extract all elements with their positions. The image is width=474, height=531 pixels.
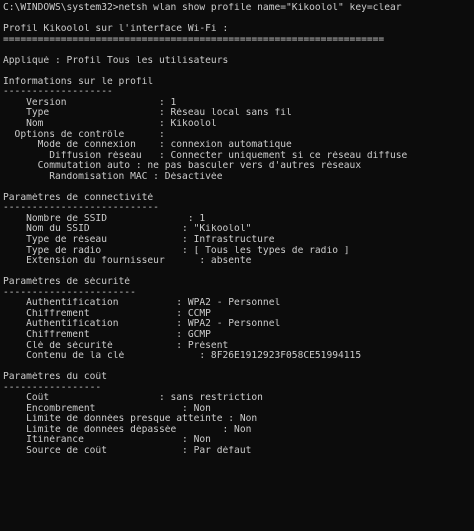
output-line: Limite de données dépassée : Non [3, 424, 252, 435]
output-line: Randomisation MAC : Désactivée [3, 171, 223, 182]
output-line: Authentification : WPA2 - Personnel [3, 319, 281, 330]
section-heading-cost: Paramètres du coût [3, 372, 107, 383]
applied-line: Appliqué : Profil Tous les utilisateurs [3, 55, 229, 66]
section-underline: --------------------------- [3, 203, 159, 214]
section-underline: ----------------------- [3, 287, 136, 298]
output-line: Type de radio : [ Tous les types de radi… [3, 245, 350, 256]
output-line: Coût : sans restriction [3, 393, 263, 404]
output-line: Source de coût : Par défaut [3, 445, 252, 456]
output-line: Nombre de SSID : 1 [3, 213, 206, 224]
output-line: Extension du fournisseur : absente [3, 256, 252, 267]
section-heading-security: Paramètres de sécurité [3, 277, 131, 288]
output-line: Diffusion réseau : Connecter uniquement … [3, 150, 408, 161]
output-line: Chiffrement : GCMP [3, 329, 211, 340]
key-content-line: Contenu de la clé : 8F26E1912923F058CE51… [3, 351, 362, 362]
section-heading-connectivity: Paramètres de connectivité [3, 192, 154, 203]
output-line: Clé de sécurité : Présent [3, 340, 229, 351]
output-line: Options de contrôle : [3, 129, 165, 140]
section-heading-profile-info: Informations sur le profil [3, 76, 154, 87]
output-line: Nom : Kikoolol [3, 119, 217, 130]
section-underline: ----------------- [3, 382, 102, 393]
command-prompt-line: C:\WINDOWS\system32>netsh wlan show prof… [3, 3, 402, 13]
output-line: Authentification : WPA2 - Personnel [3, 298, 281, 309]
section-underline: ------------------- [3, 87, 113, 98]
output-line: Type : Réseau local sans fil [3, 108, 292, 119]
output-line: Chiffrement : CCMP [3, 308, 211, 319]
output-line: Limite de données presque atteinte : Non [3, 414, 258, 425]
output-line: Commutation auto : ne pas basculer vers … [3, 161, 362, 172]
output-line: Type de réseau : Infrastructure [3, 235, 275, 246]
output-line: Version : 1 [3, 97, 177, 108]
output-line: Nom du SSID : "Kikoolol" [3, 224, 252, 235]
output-line: Encombrement : Non [3, 403, 211, 414]
profile-heading: Profil Kikoolol sur l'interface Wi-Fi : [3, 24, 229, 35]
separator-line: ========================================… [3, 34, 385, 45]
output-line: Itinérance : Non [3, 435, 211, 446]
console-output[interactable]: C:\WINDOWS\system32>netsh wlan show prof… [0, 0, 474, 531]
output-line: Mode de connexion : connexion automatiqu… [3, 140, 292, 151]
